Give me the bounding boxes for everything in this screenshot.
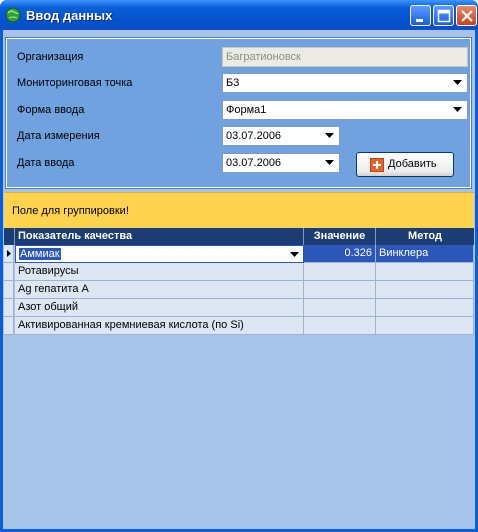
app-globe-icon bbox=[5, 7, 21, 23]
input-form-label: Форма ввода bbox=[17, 104, 85, 116]
measurement-date-value: 03.07.2006 bbox=[226, 130, 282, 142]
window: Ввод данных Организация Багратионовск Мо… bbox=[0, 0, 478, 532]
add-button[interactable]: Добавить bbox=[356, 152, 454, 177]
table-row[interactable]: Активированная кремниевая кислота (по Si… bbox=[4, 317, 474, 335]
indicator-cell[interactable]: Азот общий bbox=[15, 299, 304, 317]
input-form-panel: Организация Багратионовск Мониторинговая… bbox=[5, 37, 472, 189]
current-row-icon bbox=[7, 250, 11, 257]
measurement-date-picker[interactable]: 03.07.2006 bbox=[222, 126, 340, 146]
chevron-down-icon bbox=[325, 133, 334, 138]
indicator-cell[interactable]: Ротавирусы bbox=[15, 263, 304, 281]
chevron-down-icon bbox=[453, 80, 462, 85]
row-indicator bbox=[4, 245, 14, 263]
row-indicator bbox=[4, 281, 14, 299]
minimize-icon bbox=[416, 19, 423, 22]
window-client-area: Организация Багратионовск Мониторинговая… bbox=[3, 30, 475, 529]
measurement-date-label: Дата измерения bbox=[17, 130, 100, 142]
input-form-select[interactable]: Форма1 bbox=[222, 100, 468, 120]
title-bar[interactable]: Ввод данных bbox=[0, 0, 478, 30]
method-cell[interactable] bbox=[376, 317, 474, 335]
value-cell[interactable] bbox=[304, 263, 376, 281]
indicator-cell-value: Аммиак bbox=[19, 248, 61, 260]
close-button[interactable] bbox=[456, 5, 477, 26]
indicator-cell[interactable]: Активированная кремниевая кислота (по Si… bbox=[15, 317, 304, 335]
window-title: Ввод данных bbox=[26, 8, 113, 23]
value-cell[interactable] bbox=[304, 299, 376, 317]
table-row[interactable]: Азот общий bbox=[4, 299, 474, 317]
chevron-down-icon bbox=[325, 160, 334, 165]
maximize-icon bbox=[437, 9, 451, 23]
grid-header: Показатель качества Значение Метод bbox=[4, 228, 474, 245]
row-indicator bbox=[4, 299, 14, 317]
input-date-picker[interactable]: 03.07.2006 bbox=[222, 153, 340, 173]
method-cell[interactable] bbox=[376, 281, 474, 299]
quality-indicators-grid: Показатель качества Значение Метод Аммиа… bbox=[4, 228, 474, 529]
method-cell[interactable]: Винклера bbox=[376, 245, 474, 263]
chevron-down-icon bbox=[453, 107, 462, 112]
add-button-label: Добавить bbox=[388, 158, 437, 170]
row-indicator bbox=[4, 317, 14, 335]
indicator-cell-editor[interactable]: Аммиак bbox=[15, 245, 304, 263]
column-header-value[interactable]: Значение bbox=[304, 228, 376, 245]
close-icon bbox=[461, 10, 473, 22]
table-row[interactable]: Аммиак 0.326 Винклера bbox=[4, 245, 474, 263]
table-row[interactable]: Ag гепатита А bbox=[4, 281, 474, 299]
minimize-button[interactable] bbox=[410, 5, 431, 26]
table-row[interactable]: Ротавирусы bbox=[4, 263, 474, 281]
input-date-dropdown-button[interactable] bbox=[322, 155, 338, 171]
input-date-value: 03.07.2006 bbox=[226, 157, 282, 169]
method-cell[interactable] bbox=[376, 299, 474, 317]
input-form-dropdown-button[interactable] bbox=[450, 102, 466, 118]
measurement-date-dropdown-button[interactable] bbox=[322, 128, 338, 144]
input-date-label: Дата ввода bbox=[17, 157, 75, 169]
value-cell[interactable] bbox=[304, 317, 376, 335]
indicator-cell[interactable]: Ag гепатита А bbox=[15, 281, 304, 299]
grid-header-indicator bbox=[4, 228, 15, 245]
organization-field: Багратионовск bbox=[222, 47, 468, 67]
monitoring-point-label: Мониторинговая точка bbox=[17, 77, 133, 89]
chevron-down-icon[interactable] bbox=[290, 252, 299, 257]
column-header-indicator[interactable]: Показатель качества bbox=[15, 228, 304, 245]
input-form-value: Форма1 bbox=[226, 104, 267, 116]
value-cell[interactable]: 0.326 bbox=[304, 245, 376, 263]
value-cell[interactable] bbox=[304, 281, 376, 299]
maximize-button[interactable] bbox=[433, 5, 454, 26]
column-header-method[interactable]: Метод bbox=[376, 228, 474, 245]
group-by-panel[interactable]: Поле для группировки! bbox=[4, 192, 474, 228]
monitoring-point-value: Б3 bbox=[226, 77, 240, 89]
monitoring-point-dropdown-button[interactable] bbox=[450, 75, 466, 91]
plus-icon bbox=[370, 158, 384, 172]
organization-label: Организация bbox=[17, 51, 84, 63]
group-by-hint: Поле для группировки! bbox=[12, 205, 129, 217]
row-indicator bbox=[4, 263, 14, 281]
monitoring-point-select[interactable]: Б3 bbox=[222, 73, 468, 93]
method-cell[interactable] bbox=[376, 263, 474, 281]
